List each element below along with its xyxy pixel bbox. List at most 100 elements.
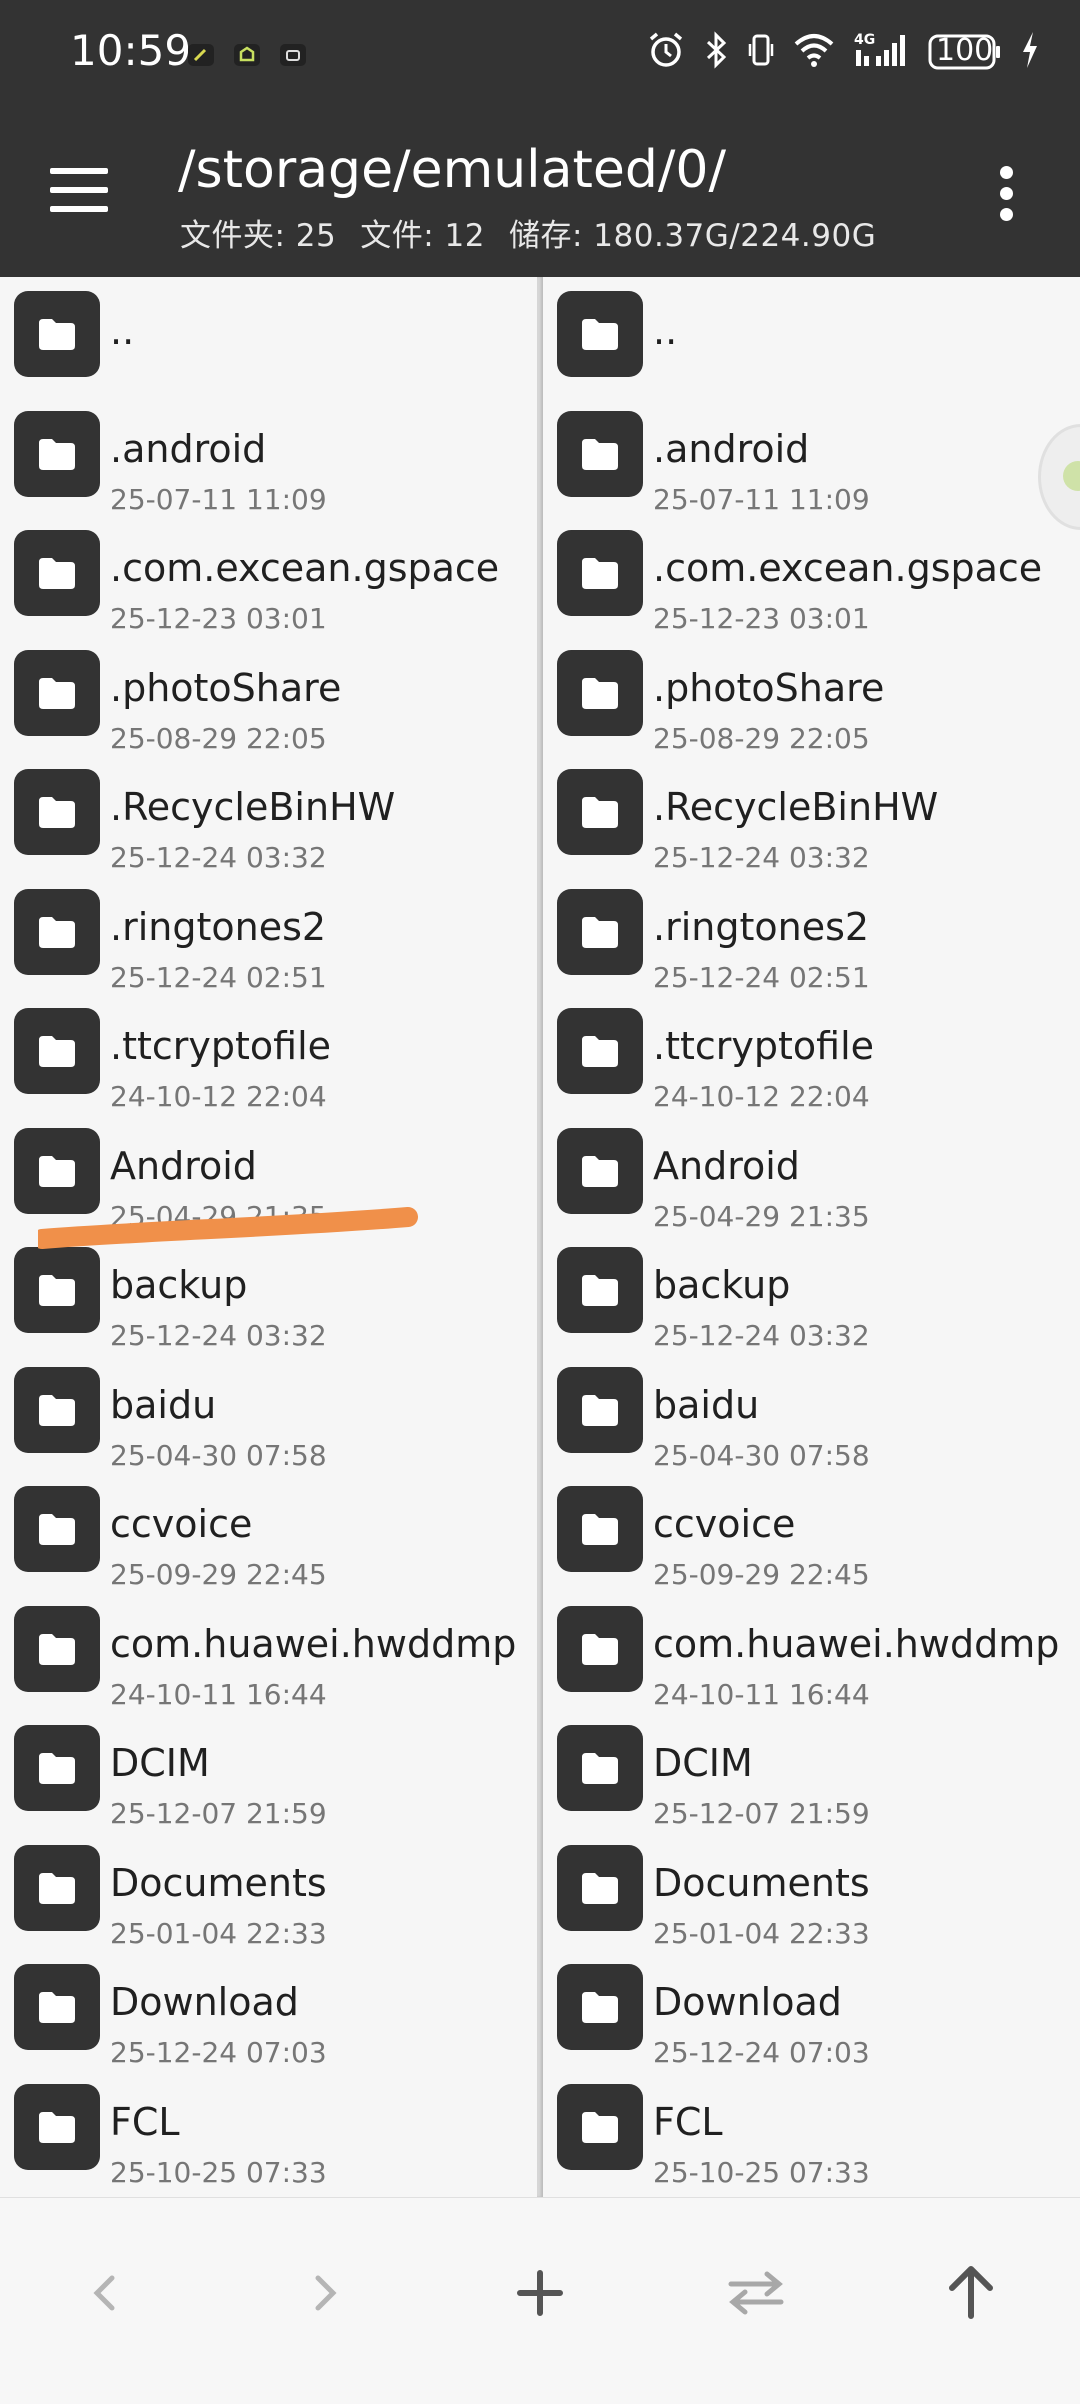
item-name: .com.excean.gspace <box>653 546 1043 590</box>
folder-icon <box>14 1486 100 1572</box>
list-item[interactable]: ccvoice 25-09-29 22:45 <box>543 1472 1080 1591</box>
item-date: 24-10-11 16:44 <box>653 1677 870 1711</box>
item-date: 24-10-12 22:04 <box>110 1080 327 1113</box>
alarm-icon <box>646 30 686 74</box>
folder-icon <box>14 530 100 616</box>
parent-directory-row[interactable]: .. <box>543 277 1080 396</box>
bluetooth-icon <box>704 30 730 74</box>
folder-icon <box>557 1247 643 1333</box>
list-item[interactable]: FCL 25-10-25 07:33 <box>543 2070 1080 2189</box>
list-item[interactable]: com.huawei.hwddmp 24-10-11 16:44 <box>0 1592 537 1711</box>
list-item[interactable]: .RecycleBinHW 25-12-24 03:32 <box>543 755 1080 874</box>
item-date: 25-01-04 22:33 <box>110 1916 327 1950</box>
menu-icon[interactable] <box>50 168 112 214</box>
list-item[interactable]: .ringtones2 25-12-24 02:51 <box>543 875 1080 994</box>
bottom-toolbar <box>0 2197 1080 2404</box>
list-item[interactable]: ccvoice 25-09-29 22:45 <box>0 1472 537 1591</box>
item-name: .photoShare <box>653 665 885 710</box>
list-item[interactable]: .com.excean.gspace 25-12-23 03:01 <box>543 516 1080 635</box>
list-item[interactable]: .ringtones2 25-12-24 02:51 <box>0 875 537 994</box>
list-item[interactable]: Documents 25-01-04 22:33 <box>0 1831 537 1950</box>
folder-icon <box>14 1247 100 1333</box>
forward-icon[interactable] <box>278 2248 368 2338</box>
list-item[interactable]: .android 25-07-11 11:09 <box>543 397 1080 516</box>
charging-icon <box>1020 30 1040 74</box>
list-item[interactable]: baidu 25-04-30 07:58 <box>543 1353 1080 1472</box>
item-name: com.huawei.hwddmp <box>653 1621 1060 1666</box>
list-item[interactable]: FCL 25-10-25 07:33 <box>0 2070 537 2189</box>
folder-icon <box>14 2083 100 2170</box>
list-item[interactable]: Documents 25-01-04 22:33 <box>543 1831 1080 1950</box>
list-item[interactable]: backup 25-12-24 03:32 <box>543 1233 1080 1352</box>
item-name: FCL <box>653 2099 723 2144</box>
item-name: Android <box>653 1143 800 1188</box>
list-item[interactable]: DCIM 25-12-07 21:59 <box>0 1711 537 1830</box>
item-date: 25-07-11 11:09 <box>110 482 327 516</box>
wifi-icon <box>792 30 836 74</box>
folder-icon <box>14 1844 100 1931</box>
more-options-icon[interactable] <box>996 166 1020 222</box>
item-name: .RecycleBinHW <box>653 785 939 829</box>
item-date: 25-12-07 21:59 <box>653 1797 870 1830</box>
list-item[interactable]: .ttcryptofile 24-10-12 22:04 <box>0 994 537 1113</box>
item-name: ccvoice <box>110 1502 253 1546</box>
folder-icon <box>557 1366 643 1453</box>
folder-count: 文件夹: 25 <box>180 218 337 254</box>
item-name: backup <box>653 1263 791 1307</box>
item-date: 25-10-25 07:33 <box>110 2155 327 2189</box>
item-date: 25-09-29 22:45 <box>653 1558 870 1591</box>
list-item[interactable]: Android 25-04-29 21:35 <box>543 1114 1080 1233</box>
item-name: Download <box>110 1980 299 2024</box>
folder-icon <box>557 1127 643 1214</box>
item-name: com.huawei.hwddmp <box>110 1621 517 1666</box>
vibrate-icon <box>748 30 774 74</box>
status-bar: 10:59 4G 100 <box>0 0 1080 110</box>
folder-icon <box>14 1008 100 1094</box>
item-date: 25-09-29 22:45 <box>110 1558 327 1591</box>
swap-panes-icon[interactable] <box>711 2248 801 2338</box>
notification-icons <box>186 40 308 70</box>
list-item[interactable]: .com.excean.gspace 25-12-23 03:01 <box>0 516 537 635</box>
list-item[interactable]: .android 25-07-11 11:09 <box>0 397 537 516</box>
item-name: .RecycleBinHW <box>110 785 396 829</box>
item-date: 24-10-12 22:04 <box>653 1080 870 1113</box>
item-name: .ttcryptofile <box>110 1024 332 1068</box>
item-name: .ringtones2 <box>110 904 327 949</box>
robot-icon <box>278 40 308 70</box>
list-item[interactable]: DCIM 25-12-07 21:59 <box>543 1711 1080 1830</box>
android-icon <box>232 40 262 70</box>
list-item[interactable]: .photoShare 25-08-29 22:05 <box>0 636 537 755</box>
parent-directory-row[interactable]: .. <box>0 277 537 396</box>
item-name: DCIM <box>110 1741 210 1785</box>
status-time: 10:59 <box>70 26 192 75</box>
folder-icon <box>14 649 100 736</box>
item-date: 25-04-30 07:58 <box>653 1438 870 1472</box>
folder-icon <box>557 1844 643 1931</box>
folder-icon <box>557 410 643 497</box>
parent-directory-icon[interactable] <box>926 2248 1016 2338</box>
list-item[interactable]: .photoShare 25-08-29 22:05 <box>543 636 1080 755</box>
item-date: 25-12-24 03:32 <box>110 841 327 874</box>
list-item[interactable]: baidu 25-04-30 07:58 <box>0 1353 537 1472</box>
back-icon[interactable] <box>62 2248 152 2338</box>
item-date: 25-12-24 03:32 <box>110 1319 327 1352</box>
item-name: baidu <box>653 1382 760 1427</box>
folder-icon <box>557 1725 643 1811</box>
item-date: 25-12-24 02:51 <box>653 960 870 994</box>
list-item[interactable]: com.huawei.hwddmp 24-10-11 16:44 <box>543 1592 1080 1711</box>
item-date: 25-12-23 03:01 <box>653 602 870 635</box>
right-pane[interactable]: .. .android 25-07-11 11:09 .com.excean.gspa… <box>543 277 1080 2197</box>
list-item[interactable]: .ttcryptofile 24-10-12 22:04 <box>543 994 1080 1113</box>
list-item[interactable]: Download 25-12-24 07:03 <box>0 1950 537 2069</box>
annotation-underline <box>38 1207 418 1249</box>
folder-icon <box>557 1486 643 1572</box>
list-item[interactable]: Download 25-12-24 07:03 <box>543 1950 1080 2069</box>
list-item[interactable]: .RecycleBinHW 25-12-24 03:32 <box>0 755 537 874</box>
add-icon[interactable] <box>495 2248 585 2338</box>
item-date: 25-04-29 21:35 <box>653 1199 870 1233</box>
item-name: Android <box>110 1143 257 1188</box>
item-name: .ttcryptofile <box>653 1024 875 1068</box>
item-name: FCL <box>110 2099 180 2144</box>
folder-icon <box>14 1605 100 1692</box>
storage-usage: 储存: 180.37G/224.90G <box>509 218 877 254</box>
